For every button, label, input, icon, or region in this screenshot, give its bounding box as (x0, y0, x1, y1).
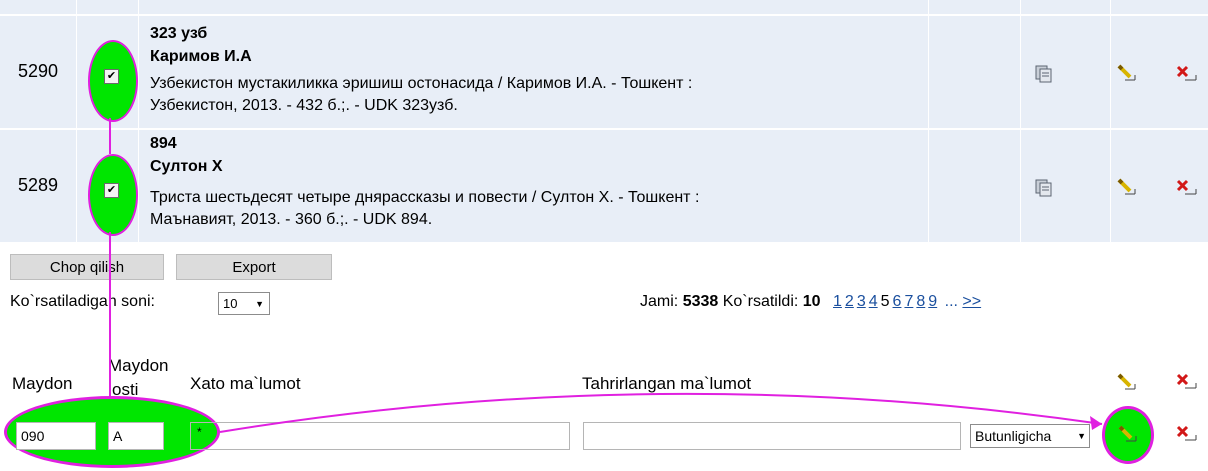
delete-all-icon[interactable] (1176, 372, 1198, 394)
record-code: 894 (150, 135, 177, 152)
field-column-header: Maydon (12, 374, 73, 393)
field-input[interactable]: 090 (16, 422, 96, 450)
total-label: Jami: (640, 293, 679, 310)
edited-data-input[interactable] (583, 422, 961, 450)
record-desc-line1: Триста шестьдесят четыре днярассказы и п… (150, 189, 700, 206)
wrong-data-value: * (197, 425, 202, 439)
delete-row-icon[interactable] (1176, 424, 1198, 446)
record-author: Каримов И.А (150, 48, 252, 65)
current-page: 5 (880, 293, 890, 310)
wrong-data-input[interactable]: * (190, 422, 570, 450)
page-link[interactable]: 1 (833, 293, 842, 310)
record-desc-line2: Узбекистон, 2013. - 432 б.;. - UDK 323уз… (150, 97, 458, 114)
chevron-down-icon: ▼ (255, 299, 264, 309)
edit-icon[interactable] (1116, 177, 1138, 199)
record-id: 5290 (18, 61, 59, 81)
page-link[interactable]: 2 (845, 293, 854, 310)
edit-all-icon[interactable] (1116, 372, 1138, 394)
export-button[interactable]: Export (176, 254, 332, 280)
page-link[interactable]: 9 (928, 293, 937, 310)
page-link[interactable]: 4 (869, 293, 878, 310)
record-code: 323 узб (150, 25, 208, 42)
shown-count: 10 (802, 293, 821, 310)
select-checkbox[interactable]: ✔ (104, 183, 119, 198)
edited-data-column-header: Tahrirlangan ma`lumot (582, 374, 752, 393)
copy-icon[interactable] (1034, 178, 1054, 198)
total-count: 5338 (682, 293, 719, 310)
page-link[interactable]: 6 (893, 293, 902, 310)
copy-icon[interactable] (1034, 64, 1054, 84)
record-desc-line2: Маънавият, 2013. - 360 б.;. - UDK 894. (150, 211, 433, 228)
mode-value: Butunligicha (975, 428, 1052, 444)
subfield-input[interactable]: A (108, 422, 164, 450)
page-link[interactable]: 3 (857, 293, 866, 310)
wrong-data-column-header: Xato ma`lumot (190, 374, 301, 393)
select-checkbox[interactable]: ✔ (104, 69, 119, 84)
per-page-select[interactable]: 10 ▼ (218, 292, 270, 315)
shown-label: Ko`rsatildi: (722, 293, 799, 310)
record-id: 5289 (18, 175, 59, 195)
print-button[interactable]: Chop qilish (10, 254, 164, 280)
page-link[interactable]: 7 (904, 293, 913, 310)
delete-icon[interactable] (1176, 64, 1198, 86)
subfield-column-header-line1: Maydon (108, 356, 169, 375)
table-row: 5290 323 узб Каримов И.А Узбекистон муст… (0, 16, 1208, 128)
record-desc-line1: Узбекистон мустакиликка эришиш остонасид… (150, 75, 693, 92)
table-row: 5289 894 Султон Х Триста шестьдесят четы… (0, 130, 1208, 242)
mode-select[interactable]: Butunligicha ▼ (970, 424, 1090, 448)
apply-edit-icon[interactable] (1117, 424, 1139, 446)
per-page-value: 10 (223, 296, 238, 311)
edit-icon[interactable] (1116, 63, 1138, 85)
chevron-down-icon: ▼ (1077, 431, 1086, 441)
next-page-link[interactable]: >> (962, 293, 981, 310)
table-row-partial (0, 0, 1208, 14)
record-author: Султон Х (150, 158, 223, 175)
pagination-ellipsis: ... (944, 293, 958, 310)
per-page-label: Ko`rsatiladigan soni: (10, 293, 155, 310)
page-link[interactable]: 8 (916, 293, 925, 310)
delete-icon[interactable] (1176, 178, 1198, 200)
pagination: Jami: 5338 Ko`rsatildi: 10 123456789 ...… (640, 293, 984, 311)
